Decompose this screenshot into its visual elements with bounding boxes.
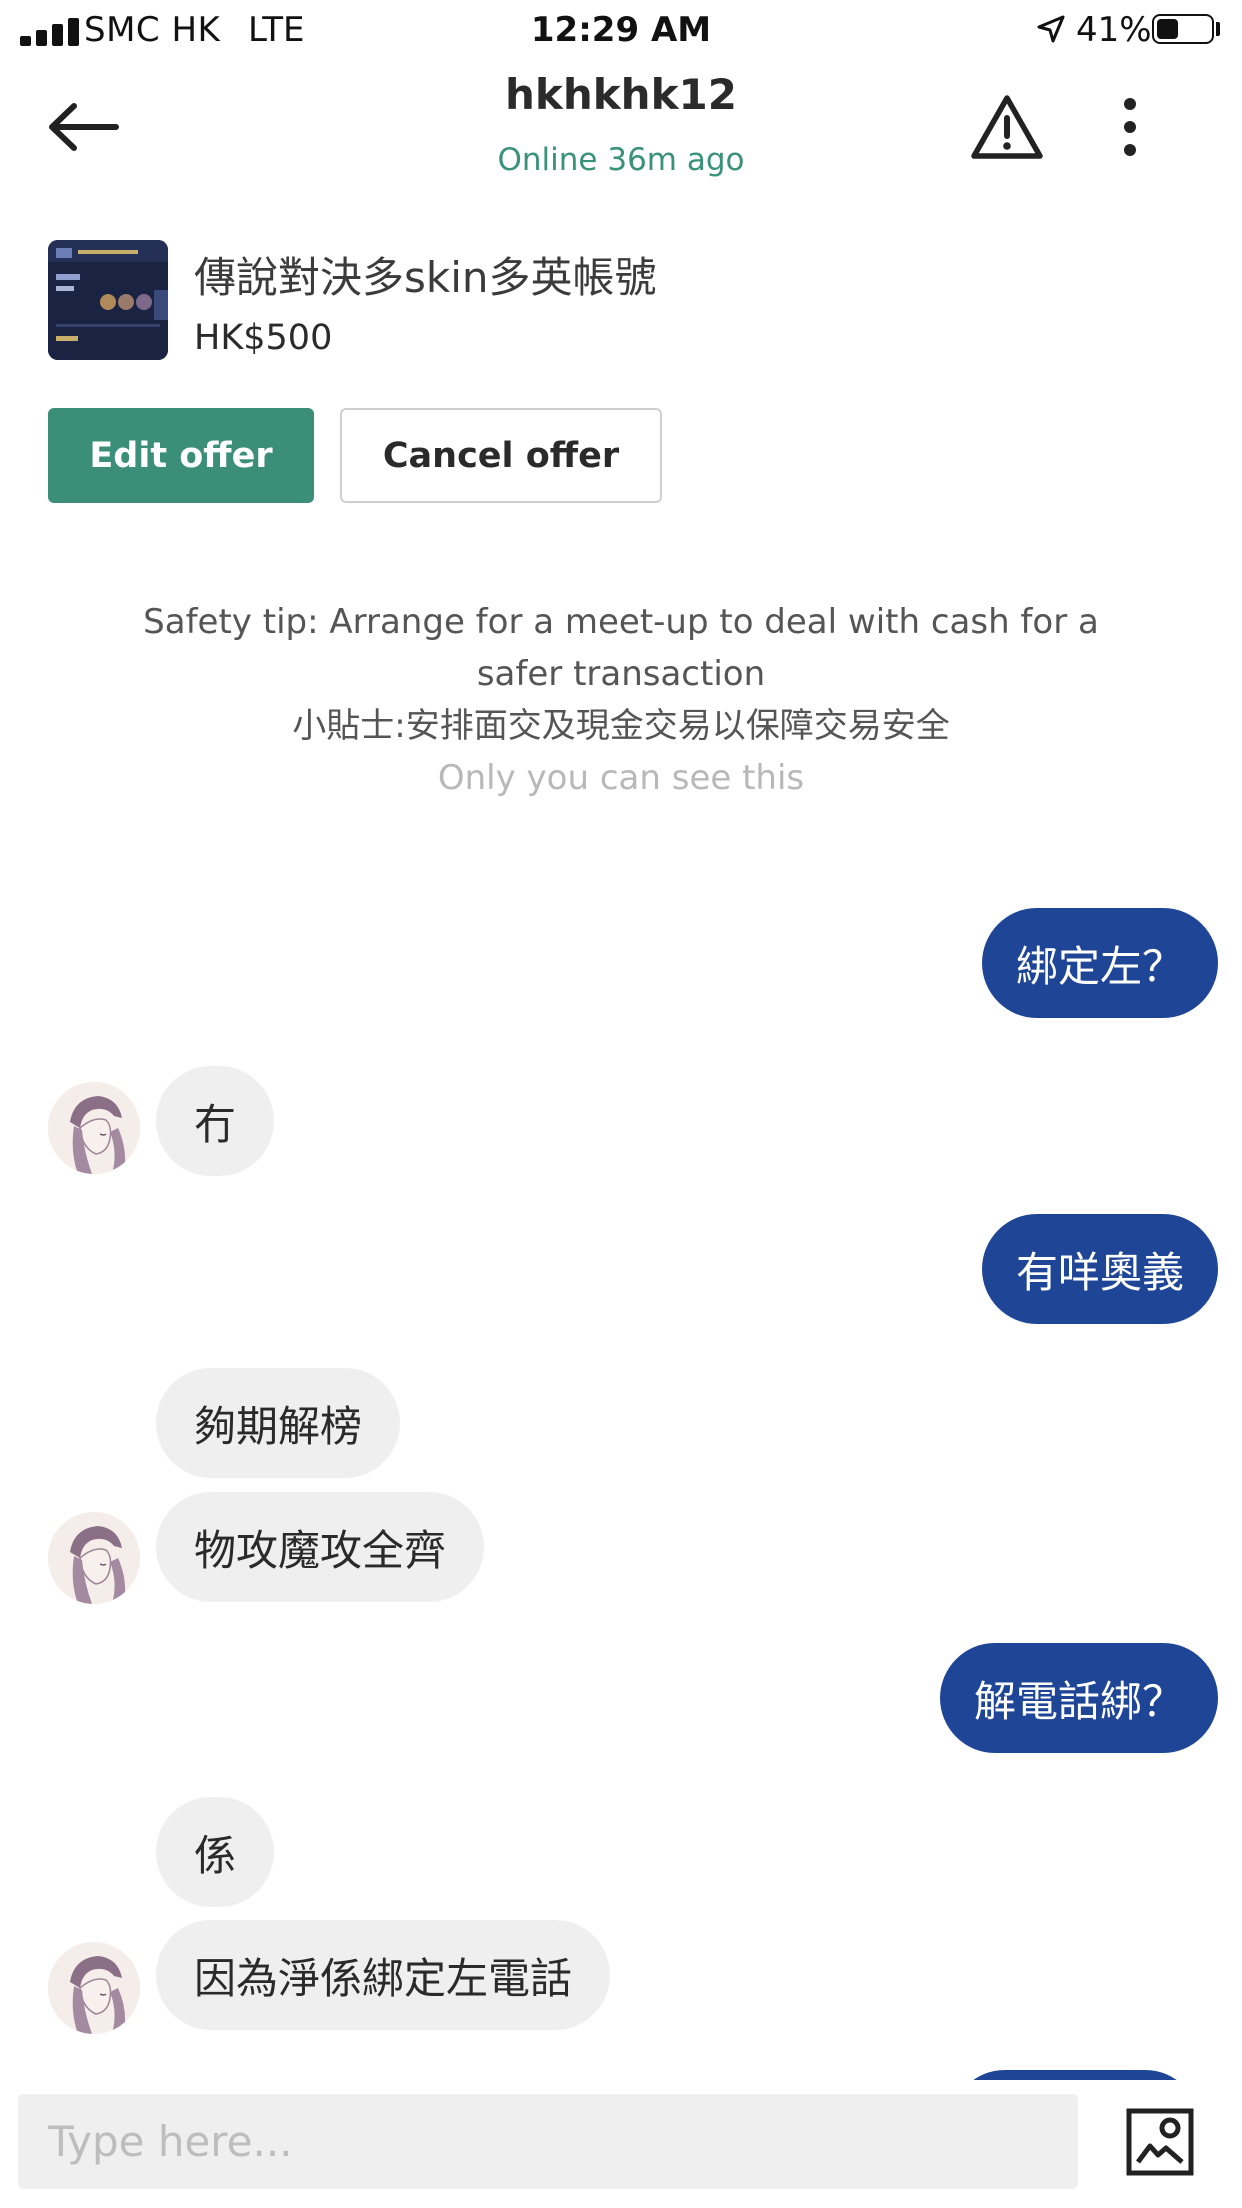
image-attach-icon[interactable]	[1126, 2108, 1194, 2176]
game-screenshot-image	[48, 240, 168, 360]
battery-icon	[1152, 14, 1214, 44]
outgoing-message[interactable]: 解電話綁？	[939, 1643, 1218, 1753]
edit-offer-button[interactable]: Edit offer	[48, 408, 314, 503]
location-arrow-icon	[1037, 15, 1065, 43]
more-vertical-icon[interactable]	[1110, 92, 1150, 162]
cancel-offer-button[interactable]: Cancel offer	[340, 408, 662, 503]
listing-price: HK$500	[194, 318, 333, 358]
user-avatar[interactable]	[48, 1512, 140, 1604]
user-avatar[interactable]	[48, 1082, 140, 1174]
chat-username[interactable]: hkhkhk12	[0, 70, 1242, 119]
private-notice: Only you can see this	[437, 758, 805, 798]
avatar-illustration	[48, 1082, 140, 1174]
safety-tip-english: Safety tip: Arrange for a meet-up to dea…	[143, 602, 1099, 694]
incoming-message[interactable]: 夠期解榜	[156, 1368, 401, 1478]
user-avatar[interactable]	[48, 1942, 140, 2034]
status-bar: SMC HK LTE 12:29 AM 41%	[0, 0, 1242, 62]
listing-thumbnail[interactable]	[48, 240, 168, 360]
online-status: Online 36m ago	[497, 142, 745, 178]
message-input[interactable]	[18, 2094, 1078, 2189]
outgoing-message[interactable]: 綁定左？	[981, 908, 1218, 1018]
safety-tip-chinese: 小貼士:安排面交及現金交易以保障交易安全	[292, 706, 950, 746]
warning-icon[interactable]	[970, 92, 1044, 162]
battery-tip	[1216, 22, 1220, 36]
outgoing-message-partial	[950, 2070, 1200, 2080]
avatar-illustration	[48, 1942, 140, 2034]
incoming-message[interactable]: 因為淨係綁定左電話	[156, 1920, 611, 2030]
battery-percent: 41%	[1076, 10, 1152, 50]
battery-level	[1157, 19, 1178, 39]
incoming-message[interactable]: 物攻魔攻全齊	[156, 1492, 485, 1602]
avatar-illustration	[48, 1512, 140, 1604]
incoming-message[interactable]: 冇	[156, 1066, 275, 1176]
incoming-message[interactable]: 係	[156, 1797, 275, 1907]
listing-title[interactable]: 傳說對決多skin多英帳號	[194, 244, 657, 305]
outgoing-message[interactable]: 有咩奧義	[981, 1214, 1218, 1324]
